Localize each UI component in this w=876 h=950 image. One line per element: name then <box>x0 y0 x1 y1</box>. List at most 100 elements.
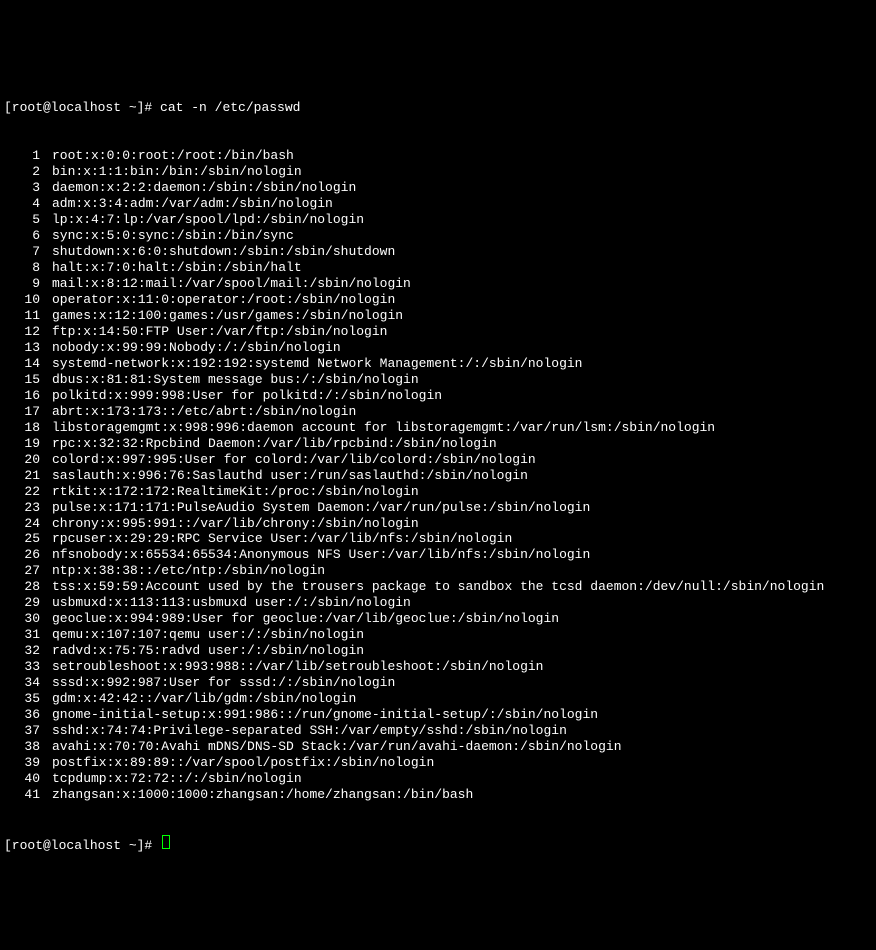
line-number: 26 <box>4 547 52 563</box>
file-line: 40tcpdump:x:72:72::/:/sbin/nologin <box>4 771 872 787</box>
line-number: 16 <box>4 388 52 404</box>
file-line: 22rtkit:x:172:172:RealtimeKit:/proc:/sbi… <box>4 484 872 500</box>
line-number: 28 <box>4 579 52 595</box>
cursor-icon <box>162 835 170 849</box>
line-content: libstoragemgmt:x:998:996:daemon account … <box>52 420 715 436</box>
file-output: 1root:x:0:0:root:/root:/bin/bash2bin:x:1… <box>4 148 872 803</box>
file-line: 14systemd-network:x:192:192:systemd Netw… <box>4 356 872 372</box>
line-number: 39 <box>4 755 52 771</box>
line-number: 14 <box>4 356 52 372</box>
line-number: 12 <box>4 324 52 340</box>
shell-prompt-2: [root@localhost ~]# <box>4 838 160 854</box>
file-line: 19rpc:x:32:32:Rpcbind Daemon:/var/lib/rp… <box>4 436 872 452</box>
line-content: sssd:x:992:987:User for sssd:/:/sbin/nol… <box>52 675 395 691</box>
file-line: 1root:x:0:0:root:/root:/bin/bash <box>4 148 872 164</box>
line-content: nfsnobody:x:65534:65534:Anonymous NFS Us… <box>52 547 590 563</box>
line-content: rpcuser:x:29:29:RPC Service User:/var/li… <box>52 531 512 547</box>
line-number: 13 <box>4 340 52 356</box>
line-content: bin:x:1:1:bin:/bin:/sbin/nologin <box>52 164 302 180</box>
line-number: 5 <box>4 212 52 228</box>
file-line: 39postfix:x:89:89::/var/spool/postfix:/s… <box>4 755 872 771</box>
line-content: nobody:x:99:99:Nobody:/:/sbin/nologin <box>52 340 341 356</box>
line-content: games:x:12:100:games:/usr/games:/sbin/no… <box>52 308 403 324</box>
line-content: adm:x:3:4:adm:/var/adm:/sbin/nologin <box>52 196 333 212</box>
command-prompt-line-2[interactable]: [root@localhost ~]# <box>4 835 872 854</box>
file-line: 9mail:x:8:12:mail:/var/spool/mail:/sbin/… <box>4 276 872 292</box>
file-line: 11games:x:12:100:games:/usr/games:/sbin/… <box>4 308 872 324</box>
line-content: shutdown:x:6:0:shutdown:/sbin:/sbin/shut… <box>52 244 395 260</box>
terminal-output[interactable]: [root@localhost ~]# cat -n /etc/passwd 1… <box>4 68 872 870</box>
line-number: 21 <box>4 468 52 484</box>
file-line: 35gdm:x:42:42::/var/lib/gdm:/sbin/nologi… <box>4 691 872 707</box>
line-number: 10 <box>4 292 52 308</box>
line-number: 2 <box>4 164 52 180</box>
file-line: 23pulse:x:171:171:PulseAudio System Daem… <box>4 500 872 516</box>
line-number: 1 <box>4 148 52 164</box>
line-number: 7 <box>4 244 52 260</box>
line-number: 3 <box>4 180 52 196</box>
line-content: tcpdump:x:72:72::/:/sbin/nologin <box>52 771 302 787</box>
line-content: tss:x:59:59:Account used by the trousers… <box>52 579 824 595</box>
file-line: 13nobody:x:99:99:Nobody:/:/sbin/nologin <box>4 340 872 356</box>
line-content: mail:x:8:12:mail:/var/spool/mail:/sbin/n… <box>52 276 411 292</box>
line-content: qemu:x:107:107:qemu user:/:/sbin/nologin <box>52 627 364 643</box>
file-line: 20colord:x:997:995:User for colord:/var/… <box>4 452 872 468</box>
line-number: 11 <box>4 308 52 324</box>
line-content: systemd-network:x:192:192:systemd Networ… <box>52 356 583 372</box>
file-line: 2bin:x:1:1:bin:/bin:/sbin/nologin <box>4 164 872 180</box>
line-number: 18 <box>4 420 52 436</box>
file-line: 6sync:x:5:0:sync:/sbin:/bin/sync <box>4 228 872 244</box>
line-content: polkitd:x:999:998:User for polkitd:/:/sb… <box>52 388 442 404</box>
file-line: 18libstoragemgmt:x:998:996:daemon accoun… <box>4 420 872 436</box>
file-line: 25rpcuser:x:29:29:RPC Service User:/var/… <box>4 531 872 547</box>
line-number: 4 <box>4 196 52 212</box>
line-content: gnome-initial-setup:x:991:986::/run/gnom… <box>52 707 598 723</box>
command-prompt-line: [root@localhost ~]# cat -n /etc/passwd <box>4 100 872 116</box>
line-number: 15 <box>4 372 52 388</box>
file-line: 36gnome-initial-setup:x:991:986::/run/gn… <box>4 707 872 723</box>
line-content: chrony:x:995:991::/var/lib/chrony:/sbin/… <box>52 516 419 532</box>
file-line: 15dbus:x:81:81:System message bus:/:/sbi… <box>4 372 872 388</box>
command-text: cat -n /etc/passwd <box>160 100 300 116</box>
line-content: sshd:x:74:74:Privilege-separated SSH:/va… <box>52 723 567 739</box>
line-content: ftp:x:14:50:FTP User:/var/ftp:/sbin/nolo… <box>52 324 387 340</box>
file-line: 8halt:x:7:0:halt:/sbin:/sbin/halt <box>4 260 872 276</box>
line-number: 30 <box>4 611 52 627</box>
line-number: 33 <box>4 659 52 675</box>
line-content: halt:x:7:0:halt:/sbin:/sbin/halt <box>52 260 302 276</box>
line-number: 8 <box>4 260 52 276</box>
file-line: 17abrt:x:173:173::/etc/abrt:/sbin/nologi… <box>4 404 872 420</box>
line-content: ntp:x:38:38::/etc/ntp:/sbin/nologin <box>52 563 325 579</box>
line-number: 24 <box>4 516 52 532</box>
line-number: 29 <box>4 595 52 611</box>
line-content: dbus:x:81:81:System message bus:/:/sbin/… <box>52 372 419 388</box>
line-number: 19 <box>4 436 52 452</box>
file-line: 12ftp:x:14:50:FTP User:/var/ftp:/sbin/no… <box>4 324 872 340</box>
line-number: 31 <box>4 627 52 643</box>
shell-prompt: [root@localhost ~]# <box>4 100 160 116</box>
file-line: 37sshd:x:74:74:Privilege-separated SSH:/… <box>4 723 872 739</box>
line-content: zhangsan:x:1000:1000:zhangsan:/home/zhan… <box>52 787 473 803</box>
line-number: 22 <box>4 484 52 500</box>
line-content: usbmuxd:x:113:113:usbmuxd user:/:/sbin/n… <box>52 595 411 611</box>
line-content: avahi:x:70:70:Avahi mDNS/DNS-SD Stack:/v… <box>52 739 622 755</box>
file-line: 31qemu:x:107:107:qemu user:/:/sbin/nolog… <box>4 627 872 643</box>
line-content: colord:x:997:995:User for colord:/var/li… <box>52 452 536 468</box>
line-content: lp:x:4:7:lp:/var/spool/lpd:/sbin/nologin <box>52 212 364 228</box>
line-number: 20 <box>4 452 52 468</box>
line-content: radvd:x:75:75:radvd user:/:/sbin/nologin <box>52 643 364 659</box>
line-number: 40 <box>4 771 52 787</box>
line-content: rpc:x:32:32:Rpcbind Daemon:/var/lib/rpcb… <box>52 436 497 452</box>
file-line: 33setroubleshoot:x:993:988::/var/lib/set… <box>4 659 872 675</box>
line-number: 23 <box>4 500 52 516</box>
file-line: 24chrony:x:995:991::/var/lib/chrony:/sbi… <box>4 516 872 532</box>
line-content: gdm:x:42:42::/var/lib/gdm:/sbin/nologin <box>52 691 356 707</box>
file-line: 21saslauth:x:996:76:Saslauthd user:/run/… <box>4 468 872 484</box>
line-number: 41 <box>4 787 52 803</box>
file-line: 41zhangsan:x:1000:1000:zhangsan:/home/zh… <box>4 787 872 803</box>
file-line: 4adm:x:3:4:adm:/var/adm:/sbin/nologin <box>4 196 872 212</box>
line-content: postfix:x:89:89::/var/spool/postfix:/sbi… <box>52 755 434 771</box>
line-content: saslauth:x:996:76:Saslauthd user:/run/sa… <box>52 468 528 484</box>
file-line: 5lp:x:4:7:lp:/var/spool/lpd:/sbin/nologi… <box>4 212 872 228</box>
line-number: 25 <box>4 531 52 547</box>
